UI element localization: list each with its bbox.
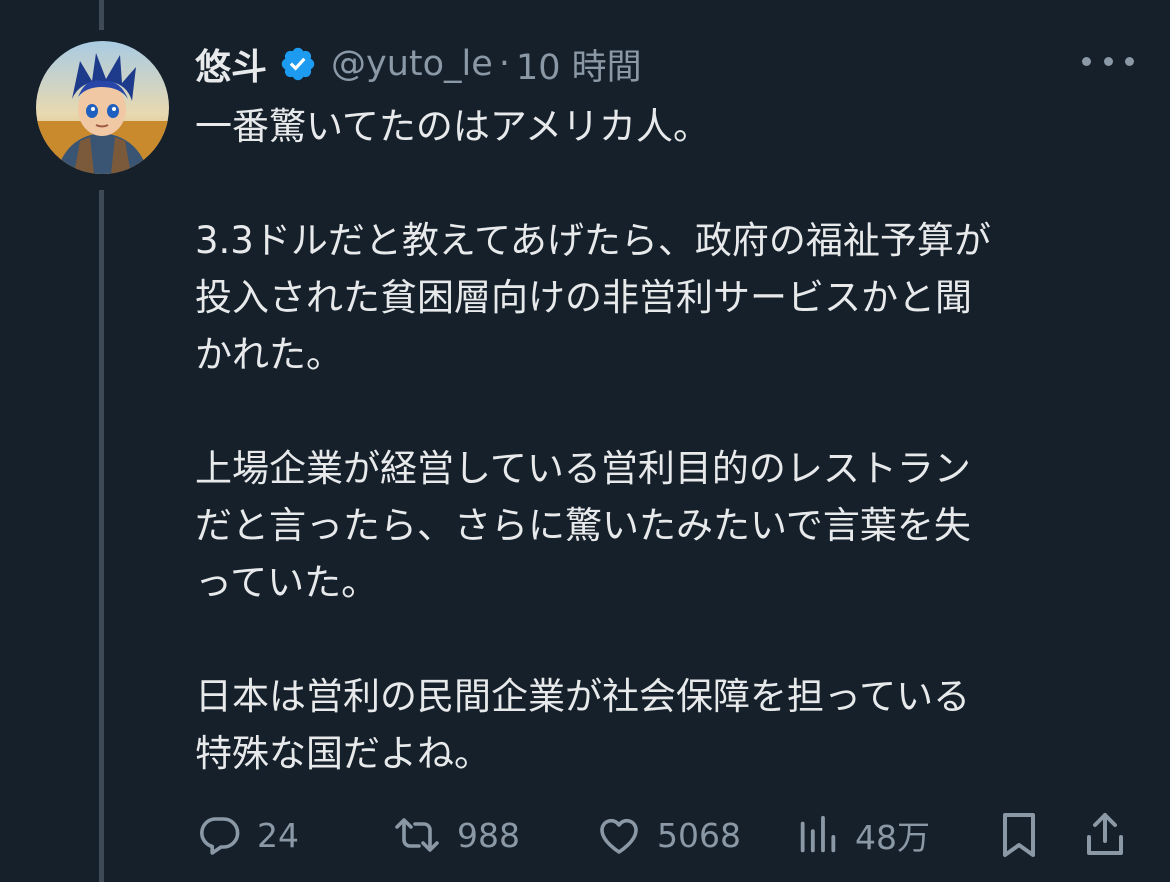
tweet-timestamp[interactable]: 10 時間 [516,39,642,90]
views-count: 48万 [855,818,930,857]
tweet-actions: 24 988 5068 48万 [195,806,1140,864]
avatar-image [36,41,169,174]
share-icon [1081,809,1129,861]
like-count: 5068 [657,815,741,855]
header-separator: · [498,44,510,84]
tweet-header: 悠斗 @yuto_le · 10 時間 [195,36,642,92]
heart-icon [595,811,643,859]
views-icon [795,811,841,859]
more-options-icon[interactable] [1082,46,1134,76]
reply-icon [195,811,243,859]
thread-connector-top [99,0,104,30]
bookmark-button[interactable] [995,806,1043,864]
thread-connector-bottom [99,190,104,882]
tweet-paragraph: 一番驚いてたのはアメリカ人。 [195,105,711,148]
share-button[interactable] [1081,806,1129,864]
tweet-paragraph: 日本は営利の民間企業が社会保障を担っている 特殊な国だよね。 [195,675,971,775]
retweet-count: 988 [457,815,520,855]
tweet-text: 一番驚いてたのはアメリカ人。 3.3ドルだと教えてあげたら、政府の福祉予算が 投… [195,98,1115,782]
bookmark-icon [995,809,1043,861]
avatar[interactable] [36,41,169,174]
tweet-paragraph: 3.3ドルだと教えてあげたら、政府の福祉予算が 投入された貧困層向けの非営利サー… [195,219,991,376]
reply-count: 24 [257,815,299,855]
views-button[interactable]: 48万 [795,806,930,864]
retweet-button[interactable]: 988 [391,806,520,864]
verified-badge-icon[interactable] [279,45,317,83]
retweet-icon [391,811,443,859]
author-handle[interactable]: @yuto_le [331,44,493,84]
tweet-paragraph: 上場企業が経営している営利目的のレストラン だと言ったら、さらに驚いたみたいで言… [195,447,971,604]
reply-button[interactable]: 24 [195,806,299,864]
author-name[interactable]: 悠斗 [195,38,267,90]
like-button[interactable]: 5068 [595,806,741,864]
